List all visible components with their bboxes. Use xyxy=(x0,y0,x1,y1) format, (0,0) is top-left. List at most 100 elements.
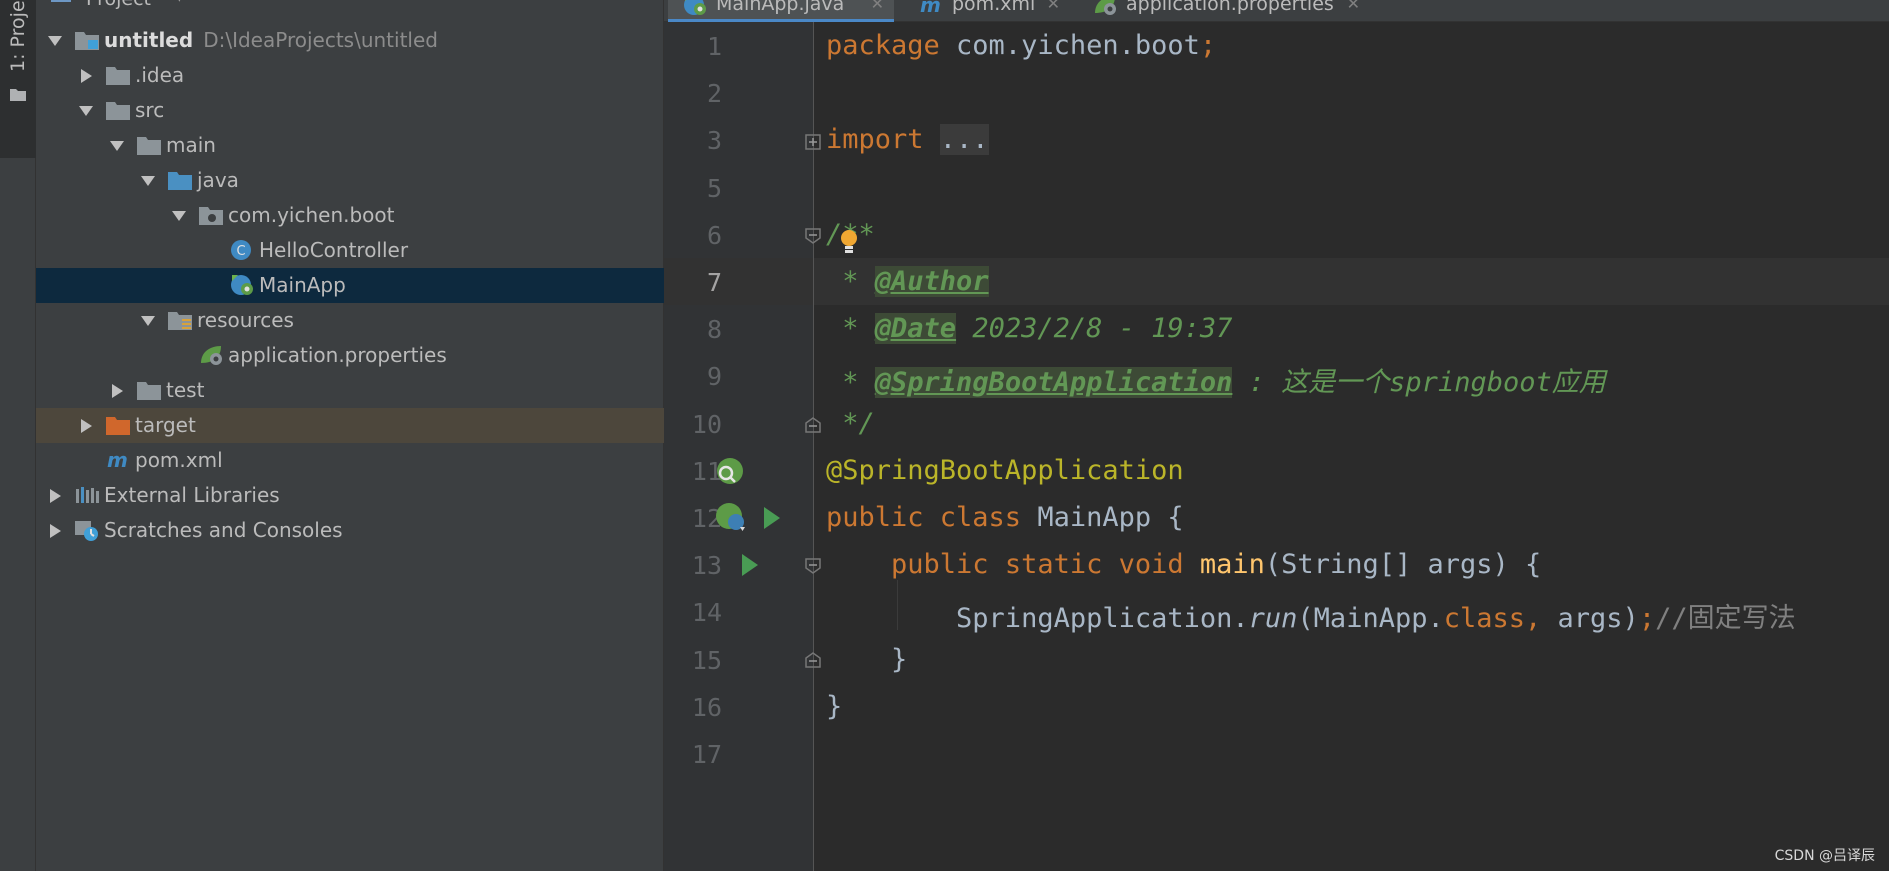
gear-icon[interactable] xyxy=(583,0,605,2)
code-line[interactable]: * @Date 2023/2/8 - 19:37 xyxy=(826,313,1232,345)
project-tool-tab-label: 1: Project xyxy=(7,0,29,72)
tree-item-idea[interactable]: .idea xyxy=(36,58,664,93)
code-line[interactable]: public static void main(String[] args) { xyxy=(826,549,1541,580)
tree-item-name: HelloController xyxy=(259,238,409,262)
locate-icon[interactable] xyxy=(476,0,498,2)
spring-bean-search-icon[interactable] xyxy=(714,456,746,486)
resources-folder-icon xyxy=(167,309,193,331)
folder-icon xyxy=(10,89,26,101)
editor-tab-label: MainApp.java xyxy=(716,0,845,15)
tree-item-label: .idea xyxy=(135,63,184,87)
code-token: * xyxy=(826,313,875,345)
tree-item-main[interactable]: main xyxy=(36,128,664,163)
code-line[interactable]: * @SpringBootApplication : 这是一个springboo… xyxy=(826,360,1606,399)
chevron-down-icon[interactable] xyxy=(172,211,186,221)
code-line[interactable]: * @Author xyxy=(826,266,989,297)
run-main-icon[interactable] xyxy=(740,553,760,577)
indent-guide xyxy=(897,580,898,630)
fold-expand-icon[interactable] xyxy=(805,134,821,150)
editor-tab-bar: MainApp.java ✕ m pom.xml ✕ application.proper… xyxy=(664,0,1889,22)
tree-item-target[interactable]: target xyxy=(36,408,664,443)
close-icon[interactable]: ✕ xyxy=(1347,0,1360,13)
spring-class-icon xyxy=(229,274,255,296)
tree-item-label: External Libraries xyxy=(104,483,280,507)
chevron-right-icon[interactable] xyxy=(81,69,92,83)
code-line[interactable]: } xyxy=(826,691,842,722)
module-path: D:\IdeaProjects\untitled xyxy=(203,28,438,52)
chevron-down-icon[interactable] xyxy=(79,106,93,116)
code-token: args) xyxy=(1557,603,1639,635)
code-line[interactable]: public class MainApp { xyxy=(826,502,1184,533)
code-line[interactable]: import ... xyxy=(826,124,989,156)
chevron-down-icon[interactable] xyxy=(141,176,155,186)
tree-item-test[interactable]: test xyxy=(36,373,664,408)
code-token: */ xyxy=(826,407,875,439)
code-token: //固定写法 xyxy=(1655,603,1796,635)
tree-item-name: resources xyxy=(197,308,294,332)
tree-item-scratches-and-consoles[interactable]: Scratches and Consoles xyxy=(36,513,664,548)
tree-item-mainapp[interactable]: MainApp xyxy=(36,268,664,303)
editor-tab-pom-xml[interactable]: m pom.xml ✕ xyxy=(904,0,1070,22)
code-token: class, xyxy=(1443,603,1558,635)
spring-boot-app-icon[interactable] xyxy=(714,501,750,533)
chevron-down-icon[interactable]: ▼ xyxy=(174,0,185,4)
close-icon[interactable]: ✕ xyxy=(1047,0,1060,13)
run-icon[interactable] xyxy=(762,506,782,530)
code-line[interactable]: package com.yichen.boot; xyxy=(826,30,1216,61)
tree-item-src[interactable]: src xyxy=(36,93,664,128)
tree-item-name: pom.xml xyxy=(135,448,223,472)
tree-item-label: resources xyxy=(197,308,294,332)
tree-item-label: com.yichen.boot xyxy=(228,203,394,227)
tree-item-label: main xyxy=(166,133,216,157)
tree-item-resources[interactable]: resources xyxy=(36,303,664,338)
line-number: 16 xyxy=(691,692,722,722)
tree-item-hellocontroller[interactable]: C HelloController xyxy=(36,233,664,268)
lightbulb-icon[interactable] xyxy=(838,228,860,258)
fold-end-icon[interactable] xyxy=(805,417,821,433)
chevron-right-icon[interactable] xyxy=(50,524,61,538)
chevron-down-icon[interactable] xyxy=(48,36,62,46)
code-token: * xyxy=(826,266,875,297)
spring-properties-icon xyxy=(1092,0,1118,16)
tree-item-external-libraries[interactable]: External Libraries xyxy=(36,478,664,513)
tree-item-com-yichen-boot[interactable]: com.yichen.boot xyxy=(36,198,664,233)
line-number: 14 xyxy=(691,598,722,628)
chevron-right-icon[interactable] xyxy=(112,384,123,398)
class-icon: C xyxy=(229,239,255,261)
fold-end-icon[interactable] xyxy=(805,652,821,668)
chevron-down-icon[interactable] xyxy=(110,141,124,151)
collapse-all-icon[interactable] xyxy=(526,0,548,2)
fold-collapse-icon[interactable] xyxy=(805,558,821,574)
tree-item-pom-xml[interactable]: m pom.xml xyxy=(36,443,664,478)
line-number: 15 xyxy=(691,645,722,675)
tree-item-java[interactable]: java xyxy=(36,163,664,198)
tree-item-untitled[interactable]: untitled D:\IdeaProjects\untitled xyxy=(36,23,664,58)
project-panel-title[interactable]: Project xyxy=(86,0,151,10)
tree-item-label: pom.xml xyxy=(135,448,223,472)
editor-tab-application-properties[interactable]: application.properties ✕ xyxy=(1078,0,1370,22)
code-line[interactable]: SpringApplication.run(MainApp.class, arg… xyxy=(826,596,1796,635)
watermark: CSDN @吕译辰 xyxy=(1774,848,1875,864)
folder-icon xyxy=(105,64,131,86)
code-line[interactable]: @SpringBootApplication xyxy=(826,455,1184,486)
spring-properties-icon xyxy=(198,344,224,366)
editor-tab-mainapp-java[interactable]: MainApp.java ✕ xyxy=(668,0,894,22)
project-tool-tab[interactable]: 1: Project xyxy=(0,0,36,158)
project-panel-header: Project ▼ xyxy=(36,0,664,12)
code-token: @SpringBootApplication xyxy=(874,367,1233,399)
tree-item-name: application.properties xyxy=(228,343,447,367)
chevron-down-icon[interactable] xyxy=(141,316,155,326)
chevron-right-icon[interactable] xyxy=(50,489,61,503)
line-number: 5 xyxy=(706,173,722,203)
code-line[interactable]: } xyxy=(826,644,907,675)
line-number: 13 xyxy=(691,551,722,581)
fold-collapse-icon[interactable] xyxy=(805,228,821,244)
code-token: SpringApplication. xyxy=(826,603,1249,635)
libraries-icon xyxy=(74,484,100,506)
close-icon[interactable]: ✕ xyxy=(871,0,884,13)
chevron-right-icon[interactable] xyxy=(81,419,92,433)
tree-item-application-properties[interactable]: application.properties xyxy=(36,338,664,373)
code-line[interactable]: */ xyxy=(826,408,875,439)
line-number: 6 xyxy=(706,220,722,250)
